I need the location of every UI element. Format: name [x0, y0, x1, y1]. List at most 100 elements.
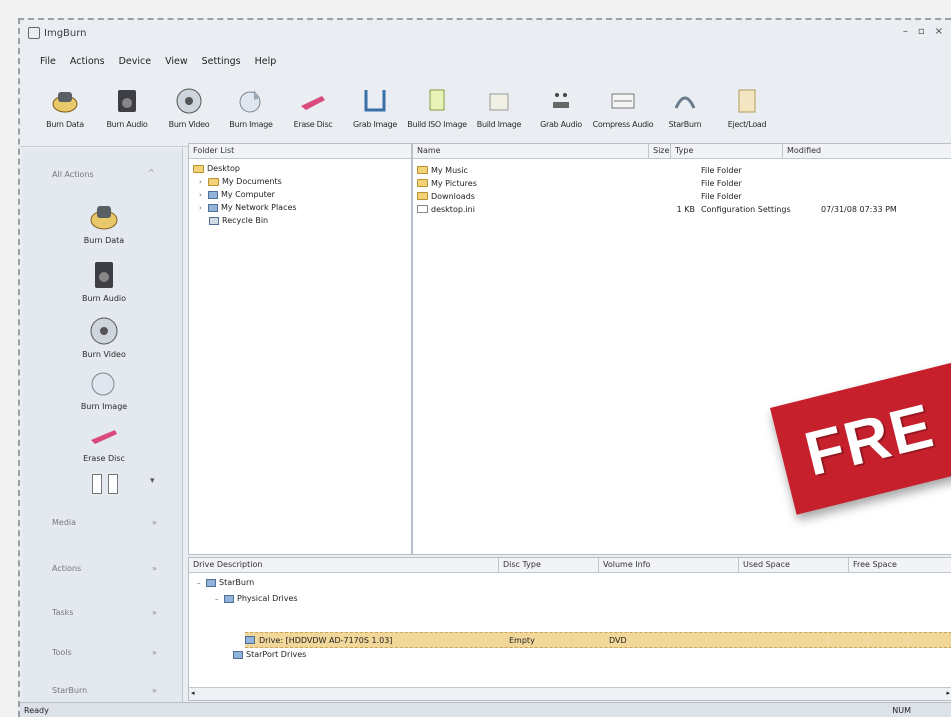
scroll-left-icon[interactable]: ◂: [191, 689, 195, 697]
burn-data-button[interactable]: Burn Data: [36, 82, 94, 142]
file-row[interactable]: desktop.ini 1 KB Configuration Settings …: [417, 203, 948, 215]
sidebar-item-burn-data[interactable]: Burn Data: [54, 200, 154, 245]
sidebar-item-burn-video[interactable]: Burn Video: [54, 314, 154, 359]
tree-item-my-documents[interactable]: › My Documents: [199, 177, 282, 186]
expand-icon[interactable]: ›: [199, 178, 205, 186]
expand-icon[interactable]: ›: [199, 204, 205, 212]
page-icon: [92, 474, 102, 494]
sidebar-item-erase-disc[interactable]: Erase Disc: [54, 418, 154, 463]
scroll-right-icon[interactable]: ▸: [946, 689, 950, 697]
file-row[interactable]: My Pictures File Folder: [417, 177, 948, 189]
horizontal-scrollbar[interactable]: ◂ ▸: [189, 687, 951, 700]
sidebar-section-tools[interactable]: Tools»: [52, 648, 162, 657]
chevron-up-icon[interactable]: ^: [148, 168, 155, 177]
grab-image-button[interactable]: Grab Image: [346, 82, 404, 142]
column-name[interactable]: Name: [413, 144, 649, 158]
column-used-space[interactable]: Used Space: [739, 558, 849, 572]
drive-row-selected[interactable]: Drive: [HDDVDW AD-7170S 1.03] Empty DVD: [245, 632, 951, 648]
menu-device[interactable]: Device: [119, 56, 152, 67]
maximize-button[interactable]: ▫: [918, 26, 925, 37]
sidebar-item-burn-audio[interactable]: Burn Audio: [54, 258, 154, 303]
column-size[interactable]: Size: [649, 144, 671, 158]
eject-icon: [732, 86, 762, 116]
erase-disc-icon: [298, 86, 328, 116]
column-drive-description[interactable]: Drive Description: [189, 558, 499, 572]
status-bar: Ready NUM: [20, 702, 951, 717]
toolbar: Burn Data Burn Audio Burn Video Burn Ima…: [20, 82, 951, 147]
column-disc-type[interactable]: Disc Type: [499, 558, 599, 572]
sidebar-section-tasks[interactable]: Tasks»: [52, 608, 162, 617]
burn-data-icon: [87, 200, 121, 234]
sidebar-more-icons: [92, 474, 118, 494]
file-icon: [417, 205, 428, 213]
free-banner-text: FRE: [798, 390, 942, 490]
drive-tree-physical[interactable]: – Physical Drives: [215, 594, 298, 603]
column-modified[interactable]: Modified: [783, 144, 923, 158]
expand-icon[interactable]: ›: [199, 191, 205, 199]
sidebar-section-actions[interactable]: Actions»: [52, 564, 162, 573]
menu-file[interactable]: File: [40, 56, 56, 67]
drive-list-pane: Drive Description Disc Type Volume Info …: [188, 557, 951, 701]
burn-image-icon: [236, 86, 266, 116]
chevron-down-icon: »: [152, 564, 157, 573]
file-row[interactable]: Downloads File Folder: [417, 190, 948, 202]
close-button[interactable]: ×: [935, 26, 943, 37]
virtual-drive-icon: [233, 650, 243, 659]
tree-item-network-places[interactable]: › My Network Places: [199, 203, 297, 212]
num-lock-indicator: NUM: [892, 705, 911, 715]
sidebar-section-starburn[interactable]: StarBurn»: [52, 686, 162, 695]
column-type[interactable]: Type: [671, 144, 783, 158]
actions-sidebar: All Actions ^ Burn Data Burn Audio Burn …: [22, 148, 183, 703]
collapse-icon[interactable]: –: [215, 595, 221, 603]
drive-tree-root[interactable]: – StarBurn: [197, 578, 254, 587]
build-iso-button[interactable]: Build ISO Image: [407, 82, 467, 142]
menu-settings[interactable]: Settings: [202, 56, 241, 67]
burn-video-icon: [174, 86, 204, 116]
grab-image-icon: [360, 86, 390, 116]
menu-actions[interactable]: Actions: [70, 56, 105, 67]
drive-tree-virtual[interactable]: StarPort Drives: [233, 650, 306, 659]
recycle-bin-icon: [209, 216, 219, 225]
starburn-icon: [206, 578, 216, 587]
burn-image-button[interactable]: Burn Image: [222, 82, 280, 142]
column-volume-info[interactable]: Volume Info: [599, 558, 739, 572]
chevron-down-icon[interactable]: ▾: [150, 476, 155, 486]
burn-video-button[interactable]: Burn Video: [160, 82, 218, 142]
file-list-header: Name Size Type Modified: [413, 144, 951, 159]
menu-help[interactable]: Help: [255, 56, 277, 67]
compress-audio-icon: [608, 86, 638, 116]
tree-item-recycle-bin[interactable]: Recycle Bin: [209, 216, 268, 225]
compress-audio-button[interactable]: Compress Audio: [593, 82, 654, 142]
computer-icon: [208, 190, 218, 199]
sidebar-item-burn-image[interactable]: Burn Image: [54, 366, 154, 411]
tree-item-desktop[interactable]: Desktop: [193, 164, 240, 173]
tree-item-my-computer[interactable]: › My Computer: [199, 190, 275, 199]
sidebar-header[interactable]: All Actions ^: [52, 168, 155, 179]
eject-load-button[interactable]: Eject/Load: [718, 82, 776, 142]
folder-icon: [193, 164, 204, 173]
menu-bar: File Actions Device View Settings Help: [20, 52, 951, 70]
burn-audio-button[interactable]: Burn Audio: [98, 82, 156, 142]
menu-view[interactable]: View: [165, 56, 188, 67]
folder-list-header: Folder List: [193, 146, 235, 155]
collapse-icon[interactable]: –: [197, 579, 203, 587]
burn-audio-icon: [112, 86, 142, 116]
window-controls: – ▫ ×: [903, 26, 943, 37]
build-image-button[interactable]: Build Image: [470, 82, 528, 142]
sidebar-section-media[interactable]: Media»: [52, 518, 162, 527]
starburn-button[interactable]: StarBurn: [656, 82, 714, 142]
drive-list-header: Drive Description Disc Type Volume Info …: [189, 558, 951, 573]
window-title: ImgBurn: [44, 27, 87, 39]
file-row[interactable]: My Music File Folder: [417, 164, 948, 176]
drive-icon: [224, 594, 234, 603]
minimize-button[interactable]: –: [903, 26, 908, 37]
grab-audio-button[interactable]: Grab Audio: [532, 82, 590, 142]
page-icon: [108, 474, 118, 494]
optical-drive-icon: [245, 636, 255, 644]
folder-icon: [417, 192, 428, 200]
burn-audio-icon: [87, 258, 121, 292]
column-free-space[interactable]: Free Space: [849, 558, 949, 572]
app-icon: [28, 27, 40, 39]
build-image-icon: [484, 86, 514, 116]
erase-disc-button[interactable]: Erase Disc: [284, 82, 342, 142]
